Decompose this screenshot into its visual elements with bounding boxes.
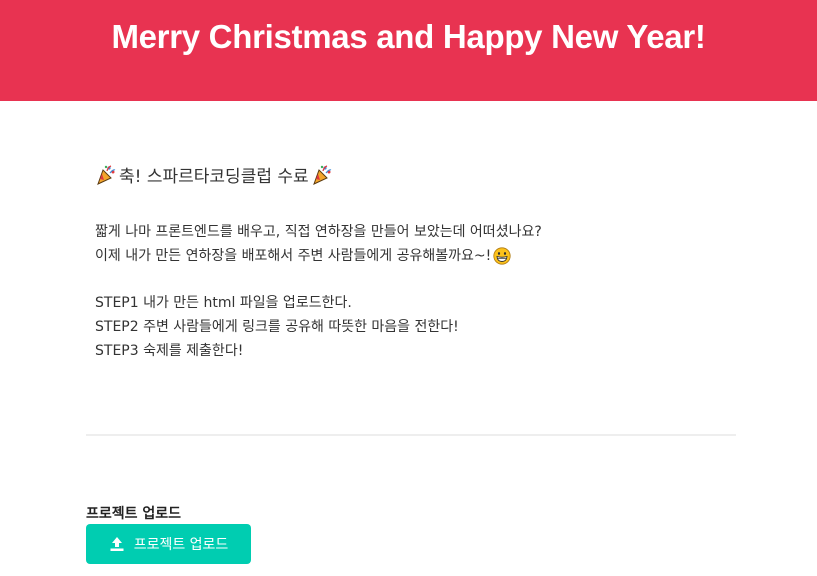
congrats-heading: 축! 스파르타코딩클럽 수료 bbox=[95, 162, 333, 187]
project-upload-button[interactable]: 프로젝트 업로드 bbox=[86, 524, 251, 564]
intro-line: 짧게 나마 프론트엔드를 배우고, 직접 연하장을 만들어 보았는데 어떠셨나요… bbox=[95, 220, 542, 244]
party-popper-icon bbox=[312, 164, 331, 185]
step-item: STEP3 숙제를 제출한다! bbox=[95, 343, 244, 359]
grinning-face-icon bbox=[493, 247, 511, 265]
upload-label: 프로젝트 업로드 bbox=[86, 506, 182, 522]
upload-button-label: 프로젝트 업로드 bbox=[133, 537, 229, 553]
party-popper-icon bbox=[97, 164, 116, 185]
main-content: 축! 스파르타코딩클럽 수료 짧게 나마 프론트엔드를 배우고, 직접 연하장을… bbox=[0, 101, 817, 576]
intro-text: 짧게 나마 프론트엔드를 배우고, 직접 연하장을 만들어 보았는데 어떠셨나요… bbox=[95, 224, 542, 240]
page-header: Merry Christmas and Happy New Year! bbox=[0, 0, 817, 101]
page-title: Merry Christmas and Happy New Year! bbox=[111, 18, 706, 55]
intro-line: 이제 내가 만든 연하장을 배포해서 주변 사람들에게 공유해볼까요~! bbox=[95, 244, 542, 268]
congrats-text: 축! 스파르타코딩클럽 수료 bbox=[119, 167, 309, 187]
steps-list: STEP1 내가 만든 html 파일을 업로드한다. STEP2 주변 사람들… bbox=[95, 291, 459, 363]
upload-icon bbox=[110, 537, 124, 551]
intro-paragraph: 짧게 나마 프론트엔드를 배우고, 직접 연하장을 만들어 보았는데 어떠셨나요… bbox=[95, 220, 542, 268]
section-divider bbox=[86, 434, 736, 436]
intro-text: 이제 내가 만든 연하장을 배포해서 주변 사람들에게 공유해볼까요~! bbox=[95, 248, 492, 264]
step-item: STEP1 내가 만든 html 파일을 업로드한다. bbox=[95, 295, 352, 311]
step-item: STEP2 주변 사람들에게 링크를 공유해 따뜻한 마음을 전한다! bbox=[95, 319, 459, 335]
